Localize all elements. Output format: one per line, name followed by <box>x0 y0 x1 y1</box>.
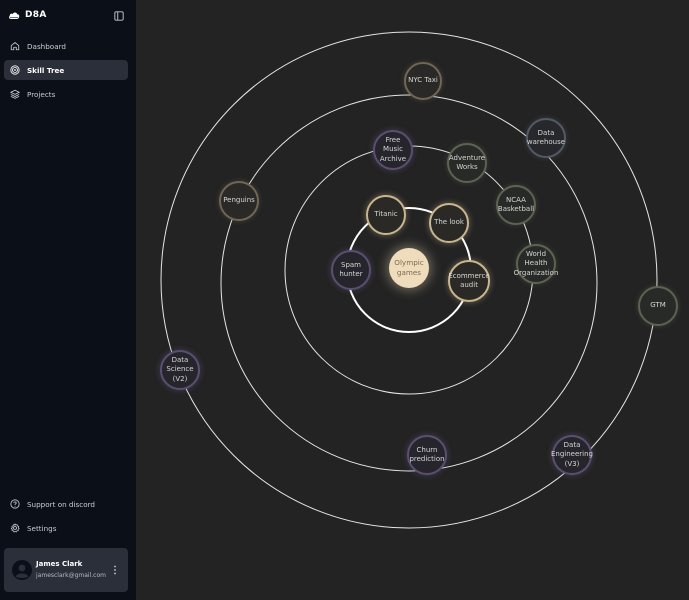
help-circle-icon <box>10 499 20 509</box>
skill-node-label: Spam hunter <box>339 260 363 278</box>
skill-node-data-warehouse[interactable]: Data warehouse <box>526 118 566 158</box>
skill-node-nyc-taxi[interactable]: NYC Taxi <box>404 62 442 100</box>
skill-node-label: Data warehouse <box>526 128 566 146</box>
skill-node-titanic[interactable]: Titanic <box>366 195 406 235</box>
user-profile-card[interactable]: James Clark jamesclark@gmail.com <box>4 548 128 592</box>
skill-node-label: Ecommerce audit <box>448 271 490 289</box>
skill-node-adventure-works[interactable]: Adventure Works <box>447 143 487 183</box>
skill-node-data-science-v2[interactable]: Data Science (V2) <box>160 350 200 390</box>
app-window: D8A Dashboard Skill Tree Projects Suppor… <box>0 0 689 600</box>
skill-node-penguins[interactable]: Penguins <box>219 181 259 221</box>
skill-node-label: Adventure Works <box>448 153 486 171</box>
layers-icon <box>10 89 20 99</box>
secondary-nav: Support on discord Settings <box>4 494 128 542</box>
skill-node-label: The look <box>434 218 464 227</box>
skill-node-spam-hunter[interactable]: Spam hunter <box>331 250 371 290</box>
target-icon <box>10 65 20 75</box>
nav-item-projects[interactable]: Projects <box>4 84 128 104</box>
nav-label-skill-tree: Skill Tree <box>27 65 65 75</box>
skill-node-label: Churn prediction <box>409 445 445 463</box>
skill-node-data-engineering-v3[interactable]: Data Engineering (V3) <box>551 435 593 475</box>
gear-icon <box>10 523 20 533</box>
cloud-logo-icon <box>9 12 20 19</box>
home-icon <box>10 41 20 51</box>
skill-tree-canvas: Olympic games Titanic The look Spam hunt… <box>136 0 689 600</box>
brand[interactable]: D8A <box>8 10 47 20</box>
skill-node-label: Penguins <box>223 196 255 205</box>
skill-node-world-health-organization[interactable]: World Health Organization <box>513 244 559 284</box>
nav-label-dashboard: Dashboard <box>27 41 66 51</box>
skill-node-olympic-games[interactable]: Olympic games <box>389 248 429 288</box>
sidebar: D8A Dashboard Skill Tree Projects Suppor… <box>0 0 136 600</box>
avatar <box>12 560 32 580</box>
skill-node-ncaa-basketball[interactable]: NCAA Basketball <box>496 185 536 225</box>
skill-node-label: Data Science (V2) <box>166 355 194 383</box>
skill-node-label: Data Engineering (V3) <box>551 440 593 468</box>
skill-node-label: World Health Organization <box>513 249 559 277</box>
skill-node-label: Free Music Archive <box>379 135 407 163</box>
user-email: jamesclark@gmail.com <box>36 572 106 579</box>
skill-node-label: Titanic <box>374 210 398 219</box>
skill-node-label: NCAA Basketball <box>497 195 535 213</box>
skill-node-the-look[interactable]: The look <box>429 203 469 243</box>
skill-node-label: Olympic games <box>394 258 424 277</box>
sidebar-toggle-icon[interactable] <box>114 11 124 21</box>
nav-item-support[interactable]: Support on discord <box>4 494 128 514</box>
nav-item-dashboard[interactable]: Dashboard <box>4 36 128 56</box>
skill-node-churn-prediction[interactable]: Churn prediction <box>407 435 447 475</box>
user-name: James Clark <box>36 560 83 568</box>
skill-node-ecommerce-audit[interactable]: Ecommerce audit <box>448 260 490 302</box>
nav-label-settings: Settings <box>27 523 57 533</box>
nav-item-settings[interactable]: Settings <box>4 518 128 538</box>
brand-name: D8A <box>25 10 47 20</box>
main-nav: Dashboard Skill Tree Projects <box>4 36 128 108</box>
nav-label-support: Support on discord <box>27 499 95 509</box>
skill-node-label: NYC Taxi <box>408 76 438 85</box>
skill-node-label: GTM <box>650 301 666 310</box>
skill-node-gtm[interactable]: GTM <box>638 286 678 326</box>
more-vertical-icon[interactable] <box>112 564 118 576</box>
nav-item-skill-tree[interactable]: Skill Tree <box>4 60 128 80</box>
skill-node-free-music-archive[interactable]: Free Music Archive <box>373 130 413 170</box>
nav-label-projects: Projects <box>27 89 56 99</box>
